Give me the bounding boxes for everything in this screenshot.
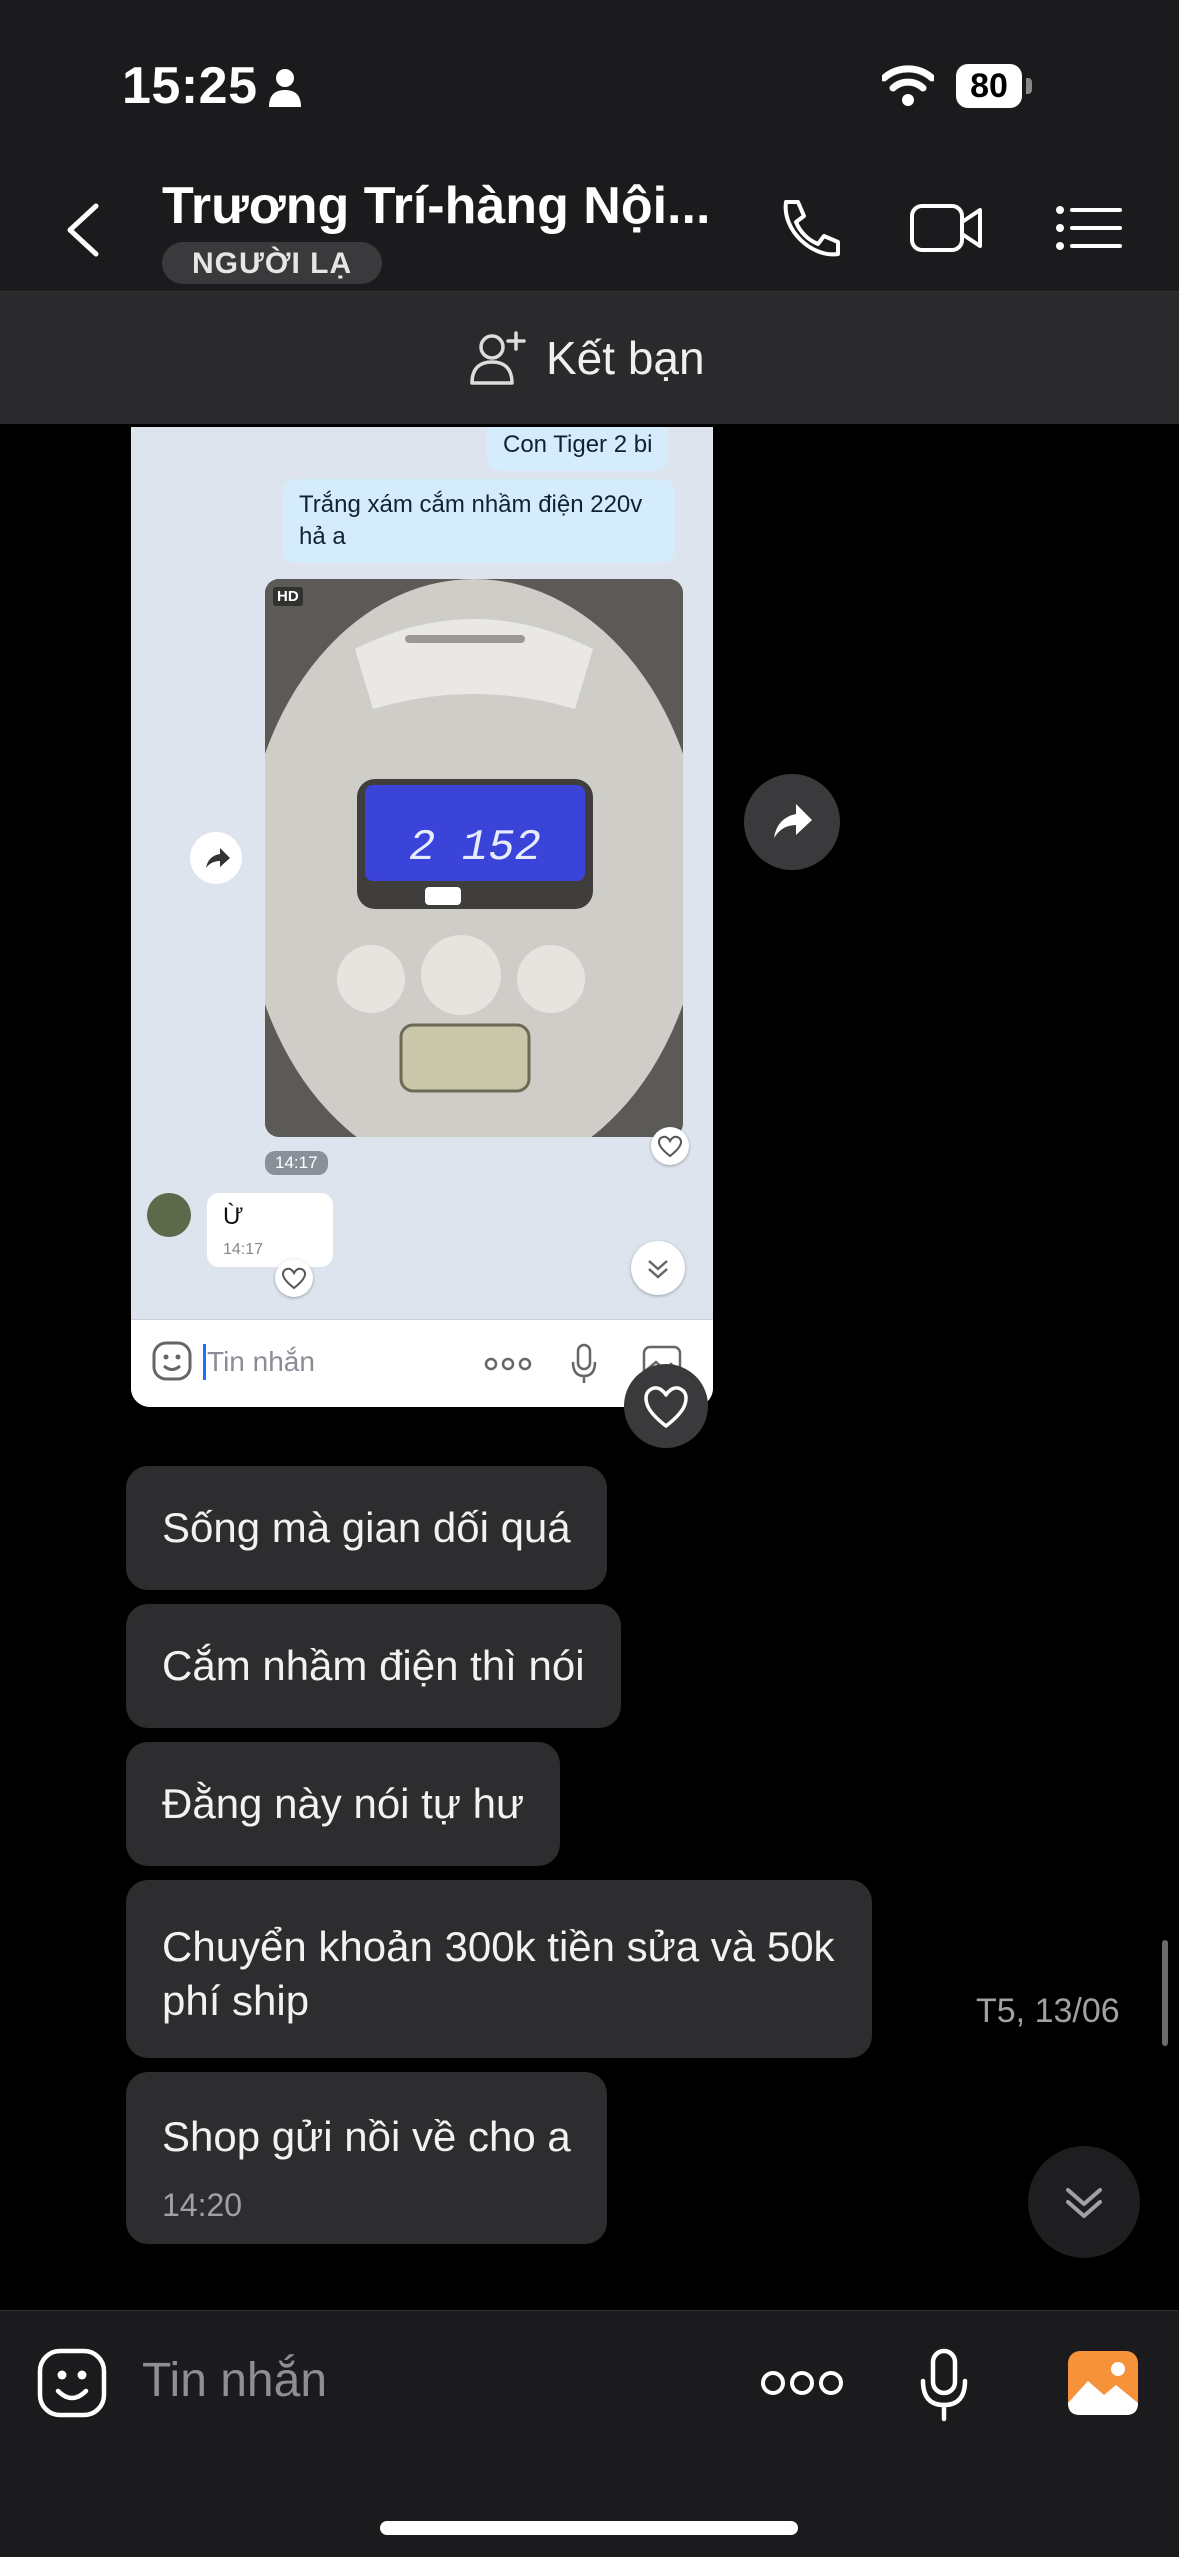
photo-timestamp: 14:17 xyxy=(265,1151,328,1175)
chat-header: Trương Trí-hàng Nội... NGƯỜI LẠ xyxy=(0,160,1179,292)
wifi-icon xyxy=(882,65,934,106)
message-bubble[interactable]: Shop gửi nồi về cho a 14:20 xyxy=(126,2072,607,2244)
reply-text: Ừ xyxy=(223,1203,244,1230)
text-cursor xyxy=(203,1344,206,1380)
screenshot-input-placeholder: Tin nhắn xyxy=(207,1346,315,1377)
battery-indicator: 80 xyxy=(956,64,1034,108)
rice-cooker-illustration: 2 152 xyxy=(265,579,683,1137)
status-time: 15:25 xyxy=(122,57,258,115)
video-camera-icon[interactable] xyxy=(908,196,984,260)
battery-level: 80 xyxy=(956,64,1022,108)
message-input-bar: Tin nhắn xyxy=(0,2310,1179,2557)
message-bubble[interactable]: Đằng này nói tự hư xyxy=(126,1742,561,1866)
battery-nub xyxy=(1026,78,1032,94)
more-dots-icon[interactable] xyxy=(760,2367,844,2399)
rice-cooker-photo: 2 152 HD xyxy=(265,579,683,1137)
add-friend-button[interactable]: Kết bạn xyxy=(470,326,705,390)
share-icon[interactable] xyxy=(190,832,242,884)
phone-icon[interactable] xyxy=(772,196,848,260)
screenshot-image[interactable]: Con Tiger 2 bi Trắng xám cắm nhầm điện 2… xyxy=(128,424,716,1410)
sticker-icon[interactable] xyxy=(36,2347,108,2419)
chevron-double-down-icon xyxy=(1066,2188,1102,2218)
heart-icon[interactable] xyxy=(275,1259,313,1297)
screenshot-bubble: Con Tiger 2 bi xyxy=(487,427,669,471)
friend-bar: Kết bạn xyxy=(0,292,1179,424)
person-icon xyxy=(269,69,301,107)
message-text: Sống mà gian dối quá xyxy=(162,1504,571,1551)
microphone-icon xyxy=(571,1343,597,1383)
heart-icon[interactable] xyxy=(651,1127,689,1165)
message-time: 14:20 xyxy=(162,2187,243,2223)
message-text: Shop gửi nồi về cho a xyxy=(162,2113,571,2160)
hd-label: HD xyxy=(273,587,303,606)
add-friend-icon xyxy=(470,331,526,385)
message-input[interactable]: Tin nhắn xyxy=(142,2353,327,2408)
share-icon[interactable] xyxy=(744,774,840,870)
message-bubble[interactable]: Chuyển khoản 300k tiền sửa và 50k phí sh… xyxy=(126,1880,872,2058)
home-indicator xyxy=(380,2521,798,2535)
reply-time: 14:17 xyxy=(223,1241,264,1258)
chevron-left-icon[interactable] xyxy=(56,198,116,262)
date-label: T5, 13/06 xyxy=(976,1992,1120,2030)
message-text: Đằng này nói tự hư xyxy=(162,1780,525,1827)
gallery-icon[interactable] xyxy=(1066,2349,1140,2417)
sticker-icon xyxy=(152,1341,192,1381)
screenshot-bubble: Trắng xám cắm nhầm điện 220v hả a xyxy=(283,479,675,563)
message-bubble[interactable]: Sống mà gian dối quá xyxy=(126,1466,607,1590)
scroll-to-bottom-button[interactable] xyxy=(1028,2146,1140,2258)
reply-bubble: Ừ 14:17 xyxy=(207,1193,333,1267)
more-dots-icon xyxy=(484,1357,532,1371)
scroll-indicator[interactable] xyxy=(1162,1940,1168,2046)
chat-title[interactable]: Trương Trí-hàng Nội... xyxy=(162,176,710,236)
svg-text:2 152: 2 152 xyxy=(409,823,541,873)
scroll-down-icon[interactable] xyxy=(631,1241,685,1295)
add-friend-label: Kết bạn xyxy=(546,332,705,384)
list-menu-icon[interactable] xyxy=(1052,196,1128,260)
message-text: Cắm nhầm điện thì nói xyxy=(162,1642,585,1689)
message-bubble[interactable]: Cắm nhầm điện thì nói xyxy=(126,1604,621,1728)
status-bar: 15:25 80 xyxy=(0,0,1179,160)
message-text: Chuyển khoản 300k tiền sửa và 50k phí sh… xyxy=(162,1923,835,2024)
microphone-icon[interactable] xyxy=(918,2347,970,2423)
avatar[interactable] xyxy=(147,1193,191,1237)
heart-icon[interactable] xyxy=(624,1364,708,1448)
stranger-badge: NGƯỜI LẠ xyxy=(162,242,383,284)
